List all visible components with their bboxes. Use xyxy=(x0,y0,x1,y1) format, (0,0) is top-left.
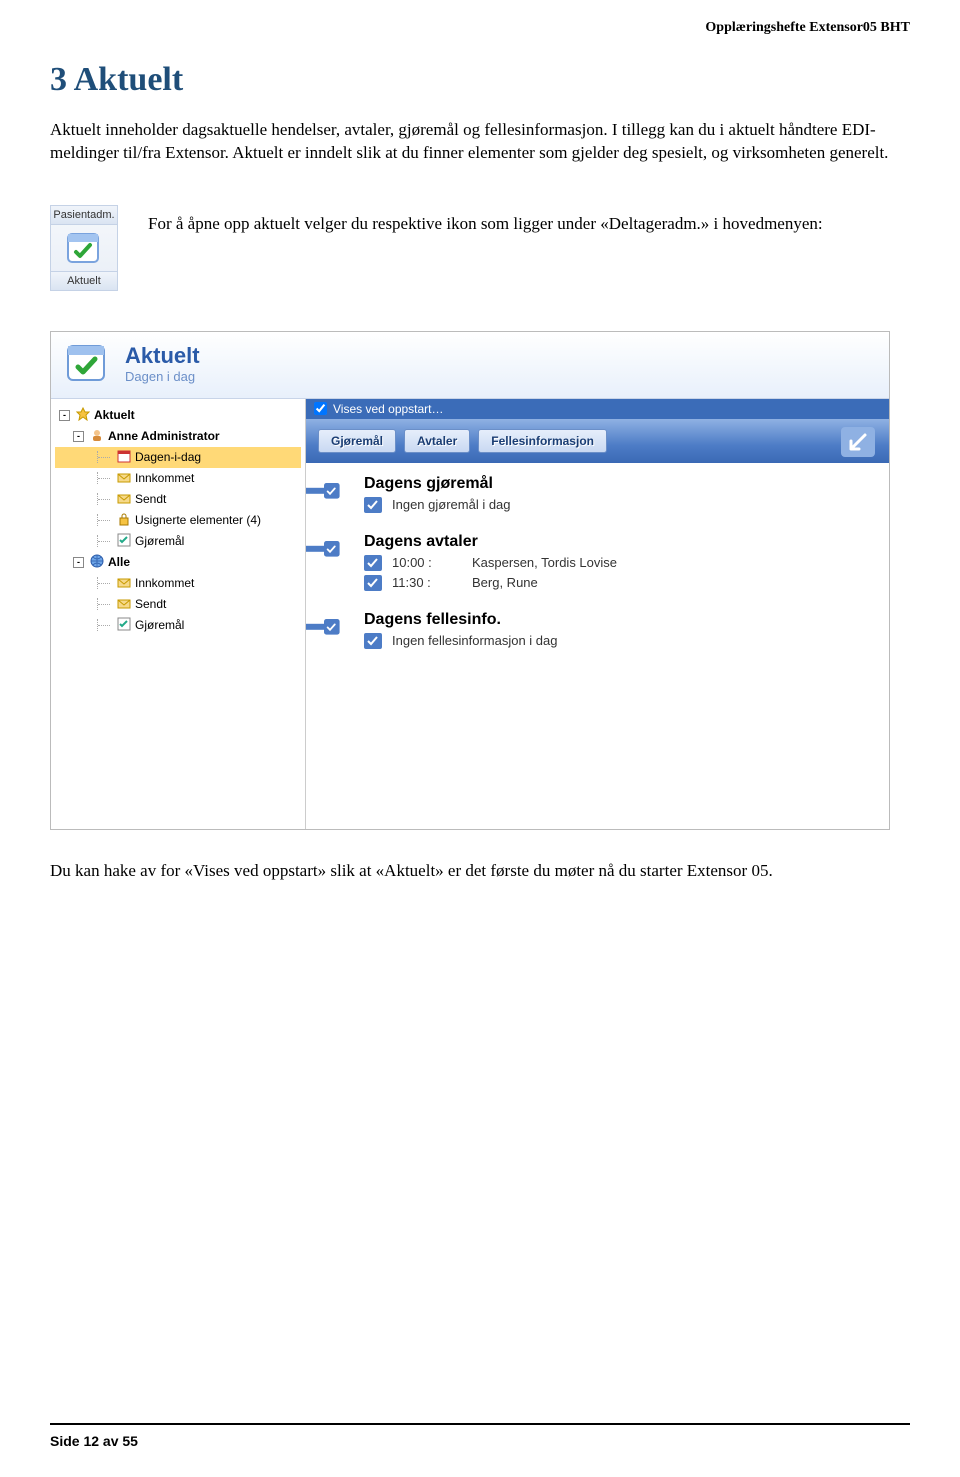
menu-bottom-tab[interactable]: Aktuelt xyxy=(51,271,117,290)
mail-in-icon xyxy=(117,470,131,487)
instruction-paragraph: For å åpne opp aktuelt velger du respekt… xyxy=(148,213,823,236)
closing-paragraph: Du kan hake av for «Vises ved oppstart» … xyxy=(50,860,910,883)
tree-toggle-icon[interactable]: - xyxy=(59,410,70,421)
check-icon xyxy=(364,497,382,513)
aktuelt-window: Aktuelt Dagen i dag -Aktuelt-Anne Admini… xyxy=(50,331,890,830)
aktuelt-menu-icon[interactable] xyxy=(62,230,106,268)
check-icon xyxy=(117,617,131,634)
avtale-name: Kaspersen, Tordis Lovise xyxy=(472,555,617,570)
arrow-connector-icon xyxy=(306,619,342,643)
tree-item-label: Anne Administrator xyxy=(108,429,220,443)
intro-paragraph: Aktuelt inneholder dagsaktuelle hendelse… xyxy=(50,119,910,165)
arrow-connector-icon xyxy=(306,541,342,565)
section-avtaler: Dagens avtaler 10:00 : Kaspersen, Tordis… xyxy=(306,521,889,599)
window-subtitle: Dagen i dag xyxy=(125,369,200,384)
gjoremal-heading: Dagens gjøremål xyxy=(364,475,879,493)
tree-item-label: Sendt xyxy=(135,597,166,611)
tree-item[interactable]: Usignerte elementer (4) xyxy=(55,510,301,531)
check-icon xyxy=(364,555,382,571)
section-fellesinfo: Dagens fellesinfo. Ingen fellesinformasj… xyxy=(306,599,889,657)
fellesinfo-heading: Dagens fellesinfo. xyxy=(364,611,879,629)
tree-item-label: Sendt xyxy=(135,492,166,506)
fellesinfo-empty: Ingen fellesinformasjon i dag xyxy=(392,633,558,648)
tree-item-label: Usignerte elementer (4) xyxy=(135,513,261,527)
mail-out-icon xyxy=(117,491,131,508)
tree-item[interactable]: Innkommet xyxy=(55,573,301,594)
arrow-connector-icon xyxy=(306,483,342,507)
show-on-startup-checkbox[interactable] xyxy=(314,402,327,415)
window-title: Aktuelt xyxy=(125,343,200,369)
calendar-icon xyxy=(117,449,131,466)
tree-item-label: Innkommet xyxy=(135,471,194,485)
tab-gjoremal[interactable]: Gjøremål xyxy=(318,429,396,453)
topbar: Vises ved oppstart… xyxy=(306,399,889,419)
menu-top-tab[interactable]: Pasientadm. xyxy=(51,206,117,225)
tab-bar: Gjøremål Avtaler Fellesinformasjon xyxy=(306,419,889,463)
tree-item[interactable]: - Anne Administrator xyxy=(55,426,301,447)
hovedmeny-snippet: Pasientadm. Aktuelt xyxy=(50,205,118,291)
page-heading: 3 Aktuelt xyxy=(50,61,910,99)
page-footer: Side 12 av 55 xyxy=(50,1423,910,1449)
tree-item-label: Alle xyxy=(108,555,130,569)
tree-item-label: Gjøremål xyxy=(135,534,184,548)
tree-item-label: Gjøremål xyxy=(135,618,184,632)
user-icon xyxy=(90,428,104,445)
section-gjoremal: Dagens gjøremål Ingen gjøremål i dag xyxy=(306,463,889,521)
show-on-startup-label: Vises ved oppstart… xyxy=(333,402,444,416)
tab-fellesinfo[interactable]: Fellesinformasjon xyxy=(478,429,607,453)
avtaler-heading: Dagens avtaler xyxy=(364,533,879,551)
tree-item[interactable]: Sendt xyxy=(55,489,301,510)
tree-item[interactable]: - Alle xyxy=(55,552,301,573)
tab-avtaler[interactable]: Avtaler xyxy=(404,429,470,453)
check-icon xyxy=(117,533,131,550)
aktuelt-header-icon xyxy=(63,342,113,386)
globe-icon xyxy=(90,554,104,571)
mail-out-icon xyxy=(117,596,131,613)
avtale-name: Berg, Rune xyxy=(472,575,538,590)
tree-item-label: Dagen-i-dag xyxy=(135,450,201,464)
check-icon xyxy=(364,633,382,649)
tree-item-label: Aktuelt xyxy=(94,408,135,422)
main-pane: Vises ved oppstart… Gjøremål Avtaler Fel… xyxy=(306,399,889,829)
navigation-tree[interactable]: -Aktuelt-Anne AdministratorDagen-i-dagIn… xyxy=(51,399,306,829)
tree-item[interactable]: Sendt xyxy=(55,594,301,615)
tree-item[interactable]: Gjøremål xyxy=(55,531,301,552)
window-header: Aktuelt Dagen i dag xyxy=(51,332,889,399)
avtale-time: 11:30 : xyxy=(392,575,462,590)
tree-item[interactable]: Gjøremål xyxy=(55,615,301,636)
avtale-time: 10:00 : xyxy=(392,555,462,570)
star-icon xyxy=(76,407,90,424)
tree-item[interactable]: Innkommet xyxy=(55,468,301,489)
lock-icon xyxy=(117,512,131,529)
doc-header: Opplæringshefte Extensor05 BHT xyxy=(50,20,910,36)
tree-toggle-icon[interactable]: - xyxy=(73,557,84,568)
collapse-icon[interactable] xyxy=(841,427,875,460)
tree-item[interactable]: Dagen-i-dag xyxy=(55,447,301,468)
tree-toggle-icon[interactable]: - xyxy=(73,431,84,442)
avtale-row[interactable]: 11:30 : Berg, Rune xyxy=(364,573,879,593)
check-icon xyxy=(364,575,382,591)
tree-item-label: Innkommet xyxy=(135,576,194,590)
avtale-row[interactable]: 10:00 : Kaspersen, Tordis Lovise xyxy=(364,553,879,573)
tree-item[interactable]: - Aktuelt xyxy=(55,405,301,426)
gjoremal-empty: Ingen gjøremål i dag xyxy=(392,497,511,512)
mail-in-icon xyxy=(117,575,131,592)
